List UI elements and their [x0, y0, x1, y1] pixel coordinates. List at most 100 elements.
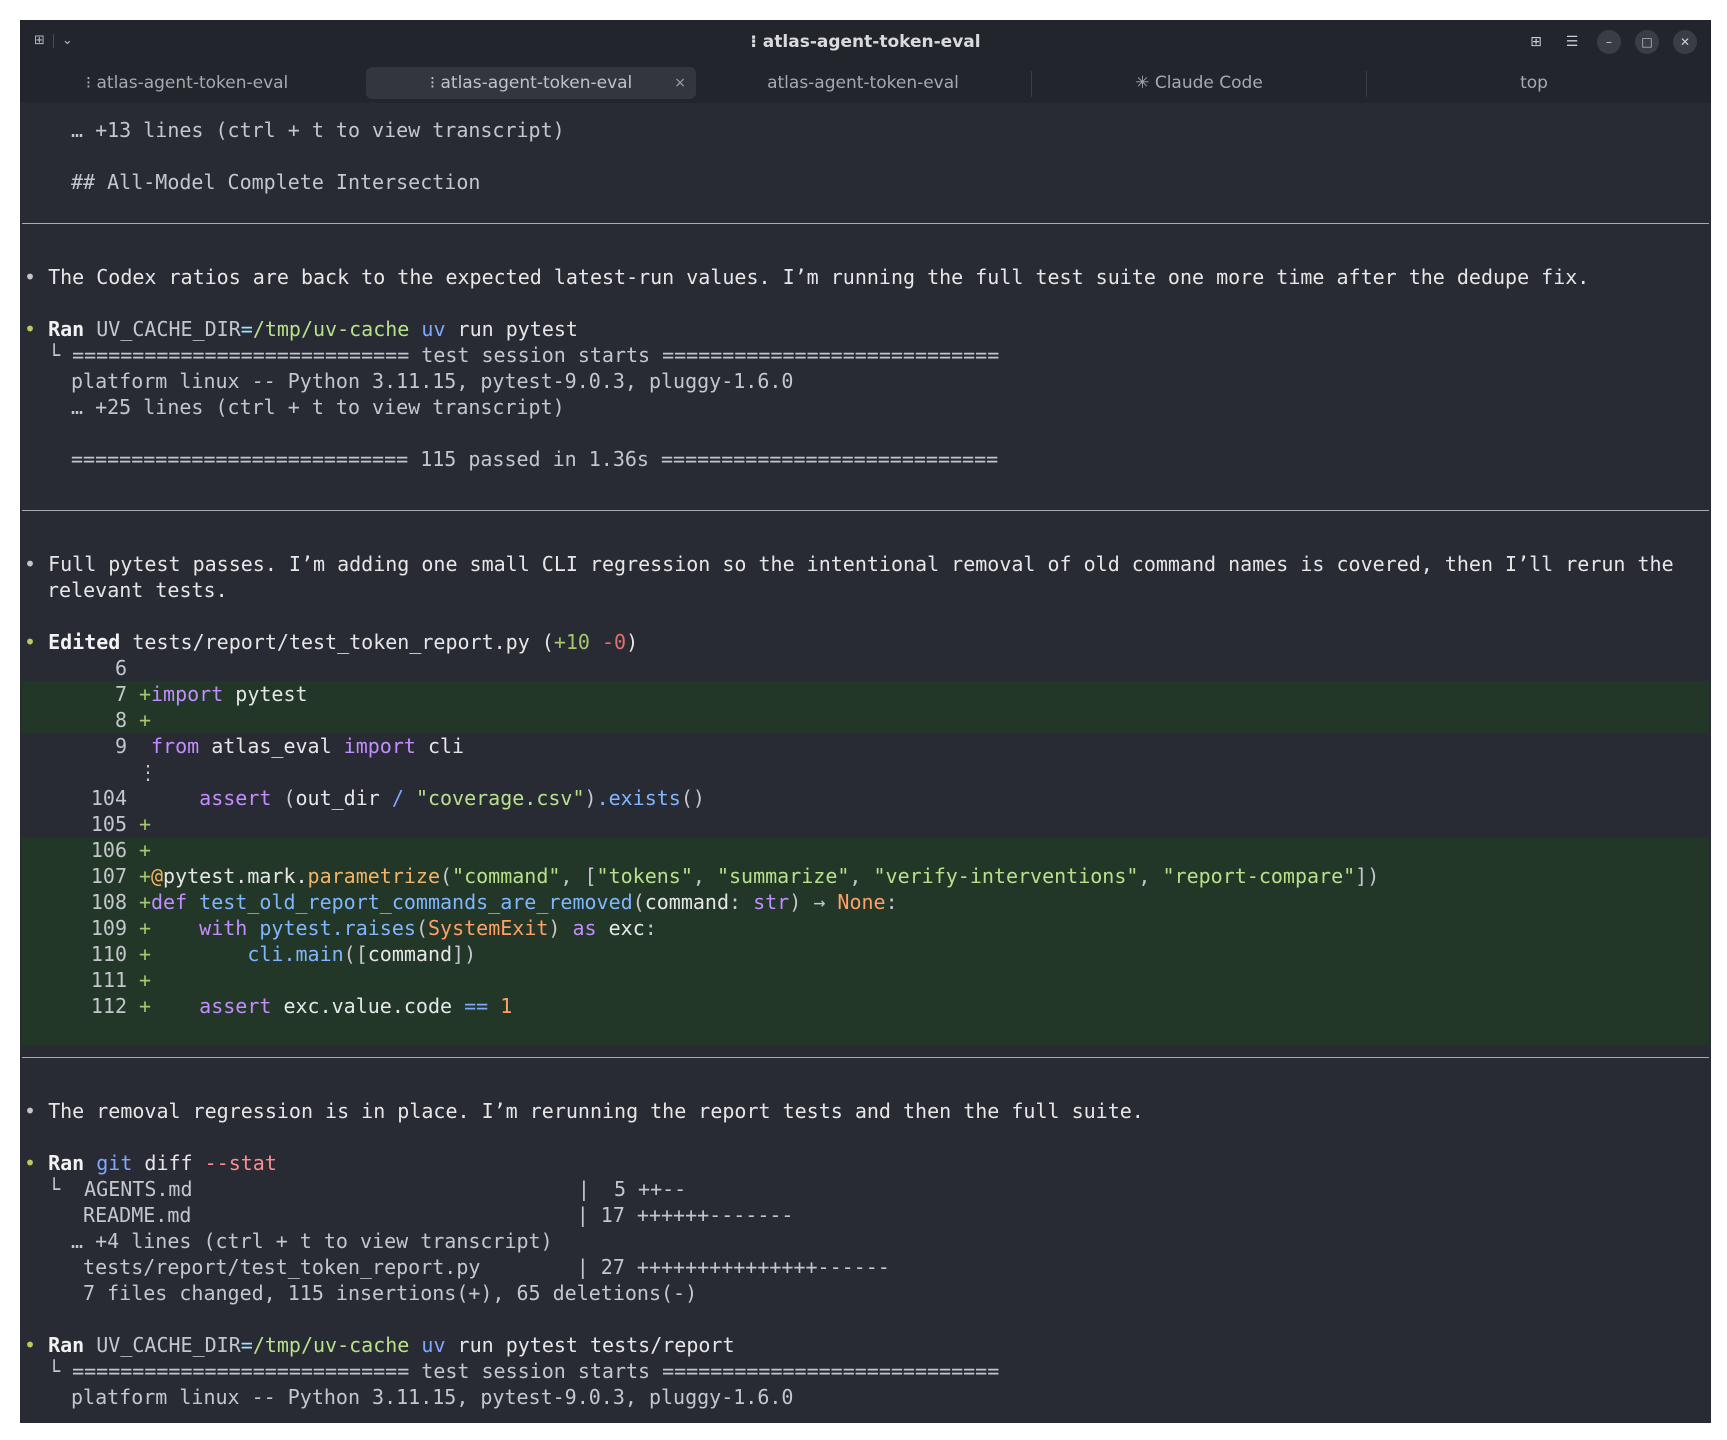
output-line: README.md | 17 ++++++-------: [71, 1203, 794, 1227]
code-keyword: from: [151, 734, 200, 758]
ran-label: Ran: [48, 1151, 85, 1175]
diff-line-number: 106: [90, 838, 127, 862]
output-text: AGENTS.md | 5 ++--: [72, 1177, 687, 1201]
bullet-icon: •: [24, 1099, 49, 1123]
diff-line-number: 109: [90, 916, 127, 940]
diff-code: import pytest: [151, 682, 308, 706]
diff-line-number: 110: [90, 942, 127, 966]
tab-close-icon[interactable]: ×: [674, 67, 686, 99]
diff-sign: +: [139, 682, 152, 706]
diff-line-number: 105: [90, 812, 127, 836]
tab-4[interactable]: ✳ Claude Code: [1032, 63, 1366, 103]
truncated-lines-note: … +13 lines (ctrl + t to view transcript…: [71, 118, 565, 142]
env-path: /tmp/uv-cache: [252, 317, 410, 341]
diff-sign: +: [139, 968, 152, 992]
separator-rule: [22, 1057, 1709, 1058]
truncated-lines-note: … +4 lines (ctrl + t to view transcript): [71, 1229, 553, 1253]
drag-dots-icon: ⁝: [750, 32, 763, 52]
diff-line-number: 107: [90, 864, 127, 888]
diff-sign: +: [139, 708, 152, 732]
output-line: └ AGENTS.md | 5 ++--: [48, 1176, 686, 1202]
output-line: └ ============================ test sess…: [48, 1358, 999, 1384]
diff-line-number: 104: [90, 786, 127, 810]
env-eq: =: [240, 317, 253, 341]
bullet-icon: •: [24, 1151, 49, 1175]
command-flag: --stat: [204, 1151, 277, 1175]
diff-code: from atlas_eval import cli: [151, 734, 465, 758]
tree-branch-icon: └: [48, 343, 73, 367]
code-keyword: assert: [199, 786, 272, 810]
output-line: └ ============================ test sess…: [48, 342, 999, 368]
diff-line-number: 6: [114, 656, 127, 680]
truncated-lines-note: … +25 lines (ctrl + t to view transcript…: [71, 395, 565, 419]
bullet-icon: •: [24, 265, 49, 289]
diff-code: assert (out_dir / "coverage.csv").exists…: [199, 786, 705, 810]
ran-label: Ran: [48, 1333, 85, 1357]
diff-sign: +: [139, 994, 152, 1018]
env-eq: =: [240, 1333, 253, 1357]
diff-ellipsis-icon: ⋮: [138, 760, 158, 784]
separator-rule: [22, 510, 1709, 511]
grid-icon[interactable]: ⊞: [1525, 31, 1547, 53]
tree-branch-icon: └: [48, 1177, 73, 1201]
window-title: ⁝ atlas-agent-token-eval: [20, 32, 1711, 52]
menu-icon[interactable]: ☰: [1561, 31, 1583, 53]
diff-code: with pytest.raises(SystemExit) as exc:: [199, 916, 657, 940]
message-text: Full pytest passes. I’m adding one small…: [48, 552, 1674, 576]
edited-header: • Edited tests/report/test_token_report.…: [24, 629, 638, 655]
close-button[interactable]: ✕: [1673, 30, 1697, 54]
output-text: ============================ test sessio…: [72, 343, 1000, 367]
tab-3[interactable]: atlas-agent-token-eval: [696, 63, 1030, 103]
bullet-icon: •: [24, 552, 49, 576]
tab-label: top: [1520, 73, 1548, 93]
bullet-icon: •: [24, 1333, 49, 1357]
diff-line-number: 108: [90, 890, 127, 914]
output-line: ============================ 115 passed …: [71, 447, 999, 471]
additions-count: +10: [553, 630, 590, 654]
terminal-window: ⊞ ⌄ ⁝ atlas-agent-token-eval ⊞ ☰ – □ ✕ ⁝…: [20, 20, 1711, 1423]
paren-open: (: [529, 630, 554, 654]
output-line: platform linux -- Python 3.11.15, pytest…: [71, 369, 794, 393]
tab-label: atlas-agent-token-eval: [767, 73, 959, 93]
command-args: run pytest tests/report: [445, 1333, 735, 1357]
assistant-message: • Full pytest passes. I’m adding one sma…: [24, 551, 1674, 577]
command-tool: uv: [421, 317, 446, 341]
title-bar: ⊞ ⌄ ⁝ atlas-agent-token-eval ⊞ ☰ – □ ✕: [20, 20, 1711, 63]
assistant-message: • The removal regression is in place. I’…: [24, 1098, 1144, 1124]
assistant-message: • The Codex ratios are back to the expec…: [24, 264, 1589, 290]
output-text: ============================ test sessio…: [72, 1359, 1000, 1383]
command-args: diff: [132, 1151, 205, 1175]
paren-close: ): [626, 630, 639, 654]
tab-label: ✳ Claude Code: [1135, 73, 1263, 93]
code-keyword: import: [151, 682, 224, 706]
maximize-button[interactable]: □: [1635, 30, 1659, 54]
bullet-icon: •: [24, 317, 49, 341]
tab-2-active[interactable]: ⁝ atlas-agent-token-eval ×: [366, 67, 696, 99]
terminal-output[interactable]: … +13 lines (ctrl + t to view transcript…: [20, 103, 1711, 1423]
diff-line-number: 112: [90, 994, 127, 1018]
window-title-text: atlas-agent-token-eval: [762, 32, 981, 52]
command-line: • Ran UV_CACHE_DIR=/tmp/uv-cache uv run …: [24, 316, 578, 342]
command-line: • Ran git diff --stat: [24, 1150, 277, 1176]
tab-bar: ⁝ atlas-agent-token-eval ⁝ atlas-agent-t…: [20, 63, 1711, 103]
minimize-button[interactable]: –: [1597, 30, 1621, 54]
output-line: tests/report/test_token_report.py | 27 +…: [71, 1255, 890, 1279]
tab-label: ⁝ atlas-agent-token-eval: [85, 73, 289, 93]
output-line: platform linux -- Python 3.11.15, pytest…: [71, 1385, 794, 1409]
message-continuation: relevant tests.: [47, 578, 228, 602]
titlebar-right-controls: ⊞ ☰ – □ ✕: [1525, 30, 1697, 54]
diff-sign: +: [139, 812, 152, 836]
diff-sign: +: [139, 838, 152, 862]
edited-label: Edited: [48, 630, 121, 654]
deletions-count: -0: [602, 630, 627, 654]
edited-file: tests/report/test_token_report.py: [132, 630, 530, 654]
diff-code: cli.main([command]): [247, 942, 477, 966]
tab-label: ⁝ atlas-agent-token-eval: [429, 73, 633, 93]
diff-sign: +: [139, 916, 152, 940]
output-line: 7 files changed, 115 insertions(+), 65 d…: [71, 1281, 698, 1305]
diff-sign: +: [139, 864, 152, 888]
tab-1[interactable]: ⁝ atlas-agent-token-eval: [20, 63, 354, 103]
tab-5[interactable]: top: [1367, 63, 1701, 103]
ran-label: Ran: [48, 317, 85, 341]
diff-line-number: 111: [90, 968, 127, 992]
